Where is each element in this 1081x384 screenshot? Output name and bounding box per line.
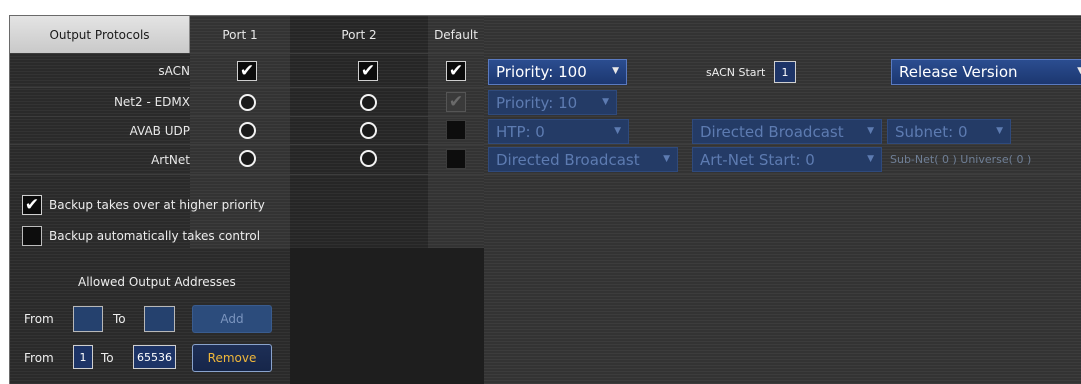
chevron-down-icon: ▼ [602,97,609,107]
artnet-default-checkbox[interactable] [446,149,466,169]
from-value-field[interactable]: 1 [73,345,93,369]
add-button[interactable]: Add [192,305,272,333]
from-input[interactable] [73,306,103,332]
from-label-2: From [24,351,54,365]
net2-priority-dropdown: Priority: 10 ▼ [488,90,617,115]
default-header: Default [434,27,478,42]
row-label-avab-udp: AVAB UDP [129,123,190,138]
artnet-broadcast-dropdown: Directed Broadcast ▼ [488,147,678,172]
sacn-version-dropdown[interactable]: Release Version ▼ [891,59,1081,85]
allowed-addresses-title: Allowed Output Addresses [78,275,236,289]
sacn-start-label: sACN Start [706,65,766,79]
avab-htp-dropdown: HTP: 0 ▼ [488,119,629,144]
row-label-artnet: ArtNet [151,152,190,167]
sacn-default-checkbox[interactable]: ✔ [446,61,466,81]
row-label-sacn: sACN [158,64,190,78]
sacn-version-value: Release Version [899,63,1018,81]
remove-button[interactable]: Remove [192,344,272,372]
tab-output-protocols[interactable]: Output Protocols [10,16,190,54]
avab-broadcast-dropdown: Directed Broadcast ▼ [692,119,882,144]
chevron-down-icon: ▼ [663,154,670,164]
chevron-down-icon: ▼ [614,126,621,136]
sacn-port1-checkbox[interactable]: ✔ [237,61,257,81]
backup-priority-checkbox[interactable]: ✔ [22,195,42,215]
to-value-field[interactable]: 65536 [133,345,176,369]
port2-header: Port 2 [341,27,377,42]
net2-default-checkbox: ✔ [446,92,466,112]
backup-priority-label: Backup takes over at higher priority [49,198,265,212]
to-label-2: To [101,351,114,365]
to-label: To [113,312,126,326]
backup-auto-checkbox[interactable] [22,226,42,246]
chevron-down-icon: ▼ [612,66,619,76]
avab-default-checkbox[interactable] [446,120,466,140]
artnet-subnet-universe: Sub-Net( 0 ) Universe( 0 ) [890,153,1032,166]
net2-priority-value: Priority: 10 [496,93,578,112]
avab-htp-value: HTP: 0 [496,122,545,141]
avab-port2-radio[interactable] [360,122,377,139]
chevron-down-icon: ▼ [1077,66,1081,76]
sacn-start-field[interactable]: 1 [774,61,796,83]
net2-port1-radio[interactable] [239,94,256,111]
net2-port2-radio[interactable] [360,94,377,111]
artnet-port2-radio[interactable] [360,150,377,167]
artnet-broadcast-value: Directed Broadcast [496,150,640,169]
avab-port1-radio[interactable] [239,122,256,139]
artnet-port1-radio[interactable] [239,150,256,167]
avab-subnet-dropdown: Subnet: 0 ▼ [887,119,1011,144]
to-input[interactable] [144,306,175,332]
artnet-start-dropdown: Art-Net Start: 0 ▼ [692,147,882,172]
artnet-start-value: Art-Net Start: 0 [700,150,815,169]
sacn-priority-value: Priority: 100 [496,63,587,81]
sacn-priority-dropdown[interactable]: Priority: 100 ▼ [488,59,627,85]
from-label: From [24,312,54,326]
avab-broadcast-value: Directed Broadcast [700,122,844,141]
chevron-down-icon: ▼ [867,126,874,136]
avab-subnet-value: Subnet: 0 [895,122,968,141]
output-protocols-panel: Output Protocols Port 1 Port 2 Default s… [9,15,1081,384]
port1-header: Port 1 [222,27,258,42]
chevron-down-icon: ▼ [996,126,1003,136]
sacn-port2-checkbox[interactable]: ✔ [358,61,378,81]
row-label-net2-edmx: Net2 - EDMX [113,95,190,109]
chevron-down-icon: ▼ [867,154,874,164]
backup-auto-label: Backup automatically takes control [49,229,261,243]
